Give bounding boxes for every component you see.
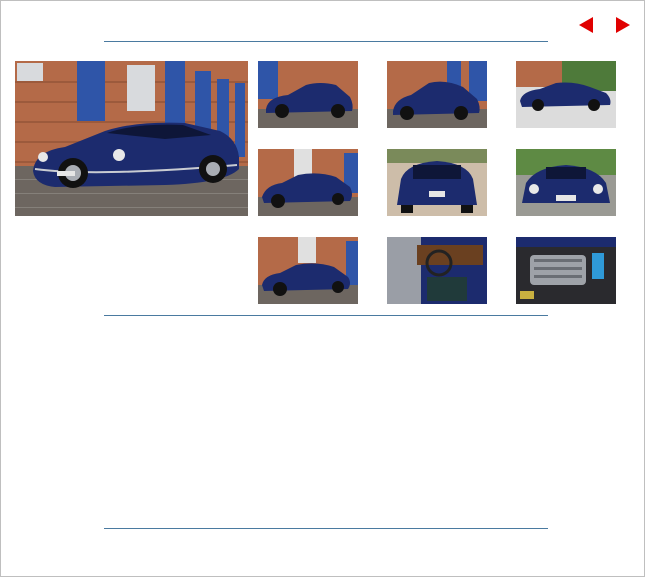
thumbnail-car-engine[interactable] xyxy=(516,237,616,304)
main-car-photo[interactable] xyxy=(15,61,248,216)
thumbnail-car-rear-brick[interactable] xyxy=(387,61,487,128)
thumbnail-car-front-view[interactable] xyxy=(516,149,616,216)
top-divider xyxy=(104,41,548,42)
thumbnail-car-side-brick[interactable] xyxy=(258,61,358,128)
bottom-divider xyxy=(104,528,548,529)
thumbnail-car-interior[interactable] xyxy=(387,237,487,304)
thumbnail-car-front-brick[interactable] xyxy=(258,149,358,216)
thumbnail-car-blue-door[interactable] xyxy=(258,237,358,304)
middle-divider xyxy=(104,315,548,316)
previous-arrow-icon[interactable] xyxy=(579,17,593,33)
thumbnail-car-side-garden[interactable] xyxy=(516,61,616,128)
thumbnail-car-rear-view[interactable] xyxy=(387,149,487,216)
next-arrow-icon[interactable] xyxy=(616,17,630,33)
